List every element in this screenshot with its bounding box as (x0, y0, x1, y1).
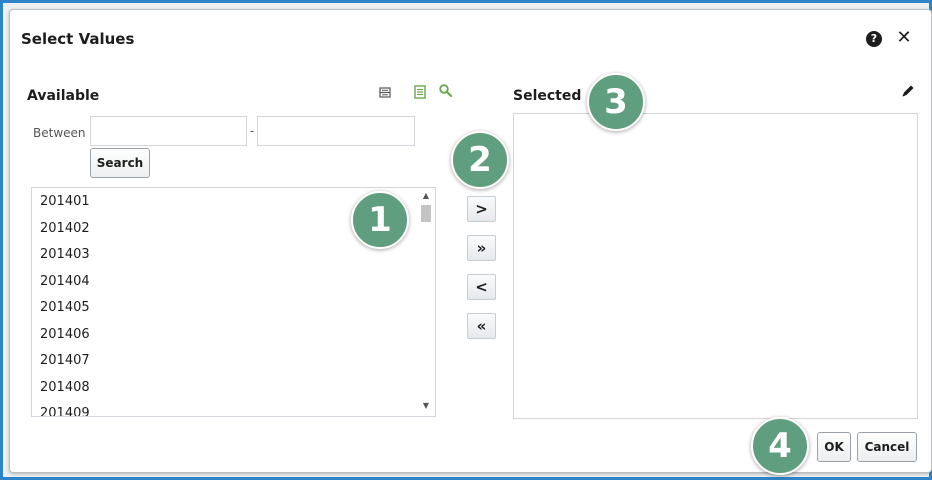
range-from-input[interactable] (90, 116, 247, 146)
remove-all-button[interactable]: « (467, 313, 496, 339)
between-label: Between (33, 126, 86, 140)
selected-label: Selected (513, 88, 582, 104)
list-item[interactable]: 201404 (32, 269, 435, 296)
ok-button[interactable]: OK (817, 432, 851, 462)
annotation-marker-2: 2 (451, 131, 509, 189)
select-all-icon[interactable] (378, 84, 392, 100)
dialog-title: Select Values (21, 30, 135, 48)
scroll-thumb[interactable] (421, 205, 431, 222)
list-item[interactable]: 201409 (32, 401, 435, 416)
remove-selected-button[interactable]: < (467, 274, 496, 300)
annotation-marker-1: 1 (351, 191, 409, 249)
range-to-input[interactable] (257, 116, 415, 146)
pencil-edit-icon[interactable] (900, 83, 916, 99)
cancel-button[interactable]: Cancel (857, 432, 917, 462)
search-icon[interactable] (438, 83, 453, 99)
annotation-marker-4: 4 (751, 417, 809, 475)
help-icon[interactable]: ? (866, 31, 882, 47)
selected-list[interactable] (513, 113, 918, 419)
scroll-down-arrow-icon[interactable]: ▼ (418, 400, 434, 412)
annotation-marker-3: 3 (587, 73, 645, 131)
move-all-button[interactable]: » (467, 235, 496, 261)
list-item[interactable]: 201406 (32, 322, 435, 349)
close-icon[interactable]: ✕ (896, 28, 912, 48)
search-button[interactable]: Search (90, 148, 150, 178)
available-label: Available (27, 88, 100, 104)
range-separator: - (250, 124, 255, 138)
scroll-up-arrow-icon[interactable]: ▲ (418, 190, 434, 202)
list-item[interactable]: 201405 (32, 295, 435, 322)
list-item[interactable]: 201407 (32, 348, 435, 375)
list-scrollbar[interactable]: ▲ ▼ (418, 188, 434, 416)
list-item[interactable]: 201408 (32, 375, 435, 402)
move-selected-button[interactable]: > (467, 196, 496, 222)
list-view-icon[interactable] (413, 84, 427, 100)
